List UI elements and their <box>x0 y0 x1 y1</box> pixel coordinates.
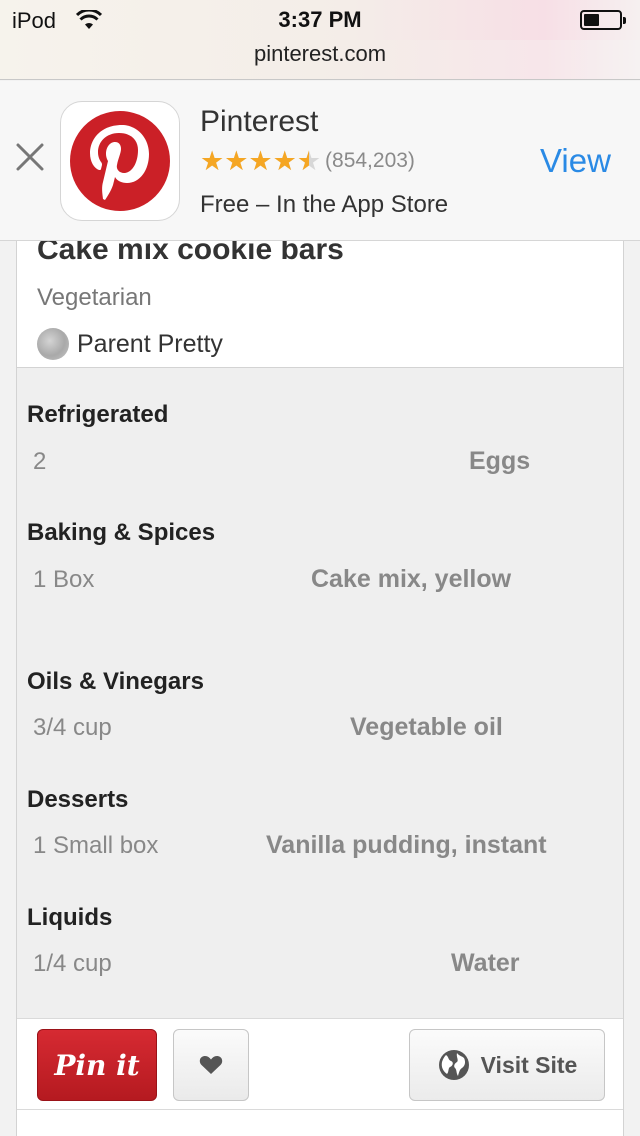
recipe-card: Cake mix cookie bars Vegetarian Parent P… <box>16 200 624 1136</box>
rating-count: (854,203) <box>325 149 415 172</box>
pin-it-button[interactable]: Pin it <box>37 1029 157 1101</box>
globe-icon <box>438 1050 469 1080</box>
visit-site-button[interactable]: Visit Site <box>409 1029 605 1101</box>
status-bar: iPod 3:37 PM <box>0 0 640 40</box>
heart-icon <box>199 1055 223 1074</box>
app-store-banner: Pinterest ★★★★★★★★★★ (854,203) Free – In… <box>0 81 640 241</box>
pinterest-app-icon <box>60 101 180 221</box>
close-icon[interactable] <box>14 141 46 173</box>
divider <box>17 1109 623 1110</box>
status-time: 3:37 PM <box>278 7 362 32</box>
page-url[interactable]: pinterest.com <box>0 41 640 67</box>
battery-level <box>584 14 600 26</box>
battery-icon <box>580 10 626 30</box>
ingredient-name: Water <box>451 949 520 977</box>
visit-site-label: Visit Site <box>480 1051 578 1078</box>
ingredient-quantity: 1 Box <box>33 566 95 593</box>
source-name[interactable]: Parent Pretty <box>77 330 223 359</box>
pinterest-logo-icon <box>70 111 170 211</box>
ingredient-name: Eggs <box>469 447 531 475</box>
source-avatar[interactable] <box>37 328 69 360</box>
recipe-source[interactable]: Parent Pretty <box>37 328 223 360</box>
ingredient-name: Cake mix, yellow <box>311 565 512 593</box>
ingredient-section-label: Liquids <box>27 904 113 931</box>
recipe-tag: Vegetarian <box>37 284 152 311</box>
app-name: Pinterest <box>200 105 319 138</box>
ingredient-quantity: 2 <box>33 448 47 475</box>
ingredient-section-label: Refrigerated <box>27 401 169 428</box>
ingredient-name: Vegetable oil <box>350 713 503 741</box>
ingredient-section-label: Desserts <box>27 786 129 813</box>
ingredient-quantity: 3/4 cup <box>33 714 112 741</box>
app-price-store: Free – In the App Store <box>200 191 449 218</box>
view-app-button[interactable]: View <box>540 142 611 180</box>
ingredient-section-label: Baking & Spices <box>27 519 216 546</box>
rating-stars-icon: ★★★★★★★★★★ <box>200 146 322 176</box>
ingredient-section-label: Oils & Vinegars <box>27 668 204 695</box>
pin-action-bar: Pin it Visit Site <box>17 1018 623 1136</box>
ingredient-quantity: 1 Small box <box>33 832 159 859</box>
address-bar[interactable]: pinterest.com <box>0 40 640 80</box>
app-rating: ★★★★★★★★★★ (854,203) <box>200 147 415 175</box>
like-button[interactable] <box>173 1029 249 1101</box>
ingredient-quantity: 1/4 cup <box>33 950 112 977</box>
ingredient-name: Vanilla pudding, instant <box>266 831 547 859</box>
